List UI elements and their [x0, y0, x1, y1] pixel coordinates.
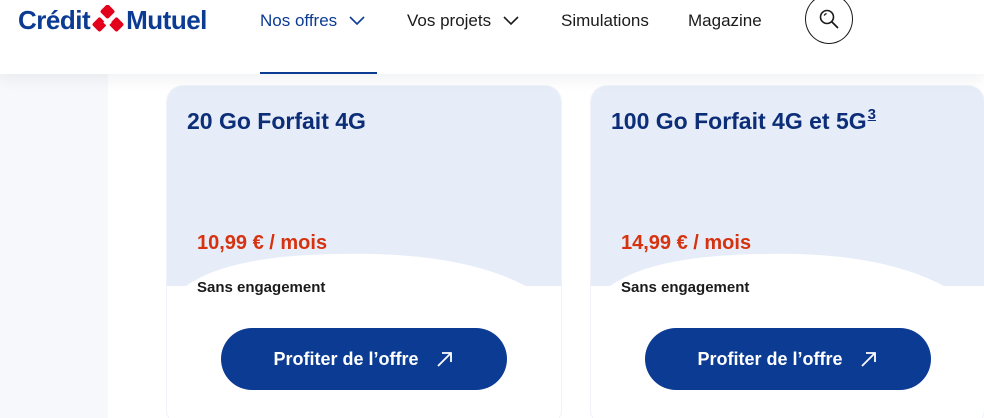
profiter-offre-button[interactable]: Profiter de l’offre [645, 328, 931, 390]
offer-price: 14,99 € / mois [621, 232, 752, 254]
search-icon [819, 9, 839, 29]
nav-item-simulations[interactable]: Simulations [561, 9, 649, 33]
nav-item-label: Simulations [561, 11, 649, 30]
active-nav-indicator [260, 72, 377, 74]
offer-engagement: Sans engagement [197, 279, 326, 296]
left-side-panel [0, 74, 108, 418]
footnote-link[interactable]: 3 [868, 106, 876, 123]
site-header: Crédit Mutuel Nos offres Vos projets Sim… [0, 0, 984, 74]
cta-label: Profiter de l’offre [697, 348, 843, 369]
nav-item-magazine[interactable]: Magazine [688, 9, 762, 33]
nav-item-label: Magazine [688, 11, 762, 30]
profiter-offre-button[interactable]: Profiter de l’offre [221, 328, 507, 390]
search-button[interactable] [805, 0, 853, 44]
offer-title-text: 20 Go Forfait 4G [187, 108, 366, 134]
offer-price: 10,99 € / mois [197, 232, 328, 254]
credit-mutuel-logo[interactable]: Crédit Mutuel [18, 4, 207, 36]
offer-card-20go: 20 Go Forfait 4G 10,99 € / mois Sans eng… [167, 86, 561, 418]
nav-item-label: Vos projets [407, 11, 492, 30]
offer-title: 20 Go Forfait 4G [187, 106, 367, 135]
logo-mark-icon [92, 5, 124, 32]
offer-engagement: Sans engagement [621, 279, 750, 296]
cta-label: Profiter de l’offre [273, 348, 419, 369]
chevron-down-icon [349, 16, 365, 26]
offer-title: 100 Go Forfait 4G et 5G3 [611, 106, 876, 135]
logo-text-right: Mutuel [126, 4, 207, 35]
nav-item-label: Nos offres [260, 11, 338, 30]
logo-text-left: Crédit [18, 4, 91, 35]
nav-item-vos-projets[interactable]: Vos projets [407, 9, 519, 33]
chevron-down-icon [503, 16, 519, 26]
offer-title-text: 100 Go Forfait 4G et 5G [611, 108, 867, 134]
arrow-up-right-icon [860, 352, 876, 367]
arrow-up-right-icon [436, 352, 452, 367]
nav-item-nos-offres[interactable]: Nos offres [260, 9, 365, 33]
offer-card-100go: 100 Go Forfait 4G et 5G3 14,99 € / mois … [591, 86, 984, 418]
